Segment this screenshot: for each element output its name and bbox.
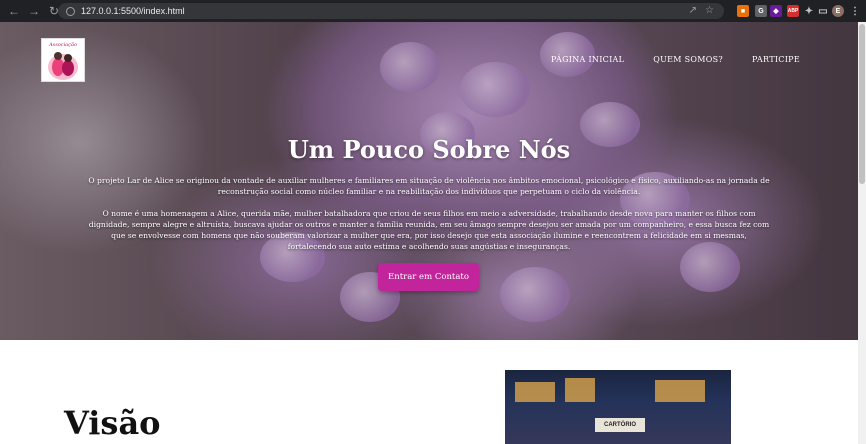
building-photo: CARTÓRIO [505, 370, 731, 444]
vision-heading: Visão [64, 404, 161, 442]
page-scrollbar-thumb[interactable] [859, 24, 865, 184]
profile-avatar[interactable]: E [832, 5, 844, 17]
contact-button[interactable]: Entrar em Contato [378, 263, 479, 291]
forward-icon[interactable]: → [26, 3, 42, 19]
logo-illustration [46, 50, 80, 80]
nav-link-participate[interactable]: PARTICIPE [752, 55, 800, 64]
extension-icon[interactable]: ■ [737, 5, 749, 17]
menu-kebab-icon[interactable]: ⋮ [849, 5, 861, 17]
extension-purple-icon[interactable]: ◆ [770, 5, 782, 17]
nav-link-about[interactable]: QUEM SOMOS? [653, 55, 723, 64]
url-text: 127.0.0.1:5500/index.html [81, 6, 185, 16]
hero-paragraph-origin: O projeto Lar de Alice se originou da vo… [88, 176, 770, 196]
hero-section: Associação PÁGINA INICIAL QUEM SOMOS? PA… [0, 22, 858, 340]
address-bar[interactable]: 127.0.0.1:5500/index.html ↗ ☆ [58, 3, 724, 19]
share-icon[interactable]: ↗ [689, 5, 697, 16]
adblock-icon[interactable]: ABP [787, 5, 799, 17]
photo-sign: CARTÓRIO [595, 418, 645, 432]
site-logo[interactable]: Associação [41, 38, 85, 82]
extensions-puzzle-icon[interactable]: ✦ [803, 5, 815, 17]
back-icon[interactable]: ← [6, 3, 22, 19]
logo-text: Associação [49, 42, 77, 48]
sidebar-icon[interactable]: ▭ [817, 5, 829, 17]
hero-paragraph-name: O nome é uma homenagem a Alice, querida … [88, 209, 770, 251]
hero-title: Um Pouco Sobre Nós [287, 135, 571, 164]
main-nav: PÁGINA INICIAL QUEM SOMOS? PARTICIPE [551, 55, 800, 64]
bookmark-star-icon[interactable]: ☆ [705, 5, 714, 16]
info-icon[interactable] [66, 6, 75, 16]
extension-g-icon[interactable]: G [755, 5, 767, 17]
browser-toolbar: ← → ↻ 127.0.0.1:5500/index.html ↗ ☆ ■ G … [0, 0, 866, 22]
nav-link-home[interactable]: PÁGINA INICIAL [551, 55, 624, 64]
